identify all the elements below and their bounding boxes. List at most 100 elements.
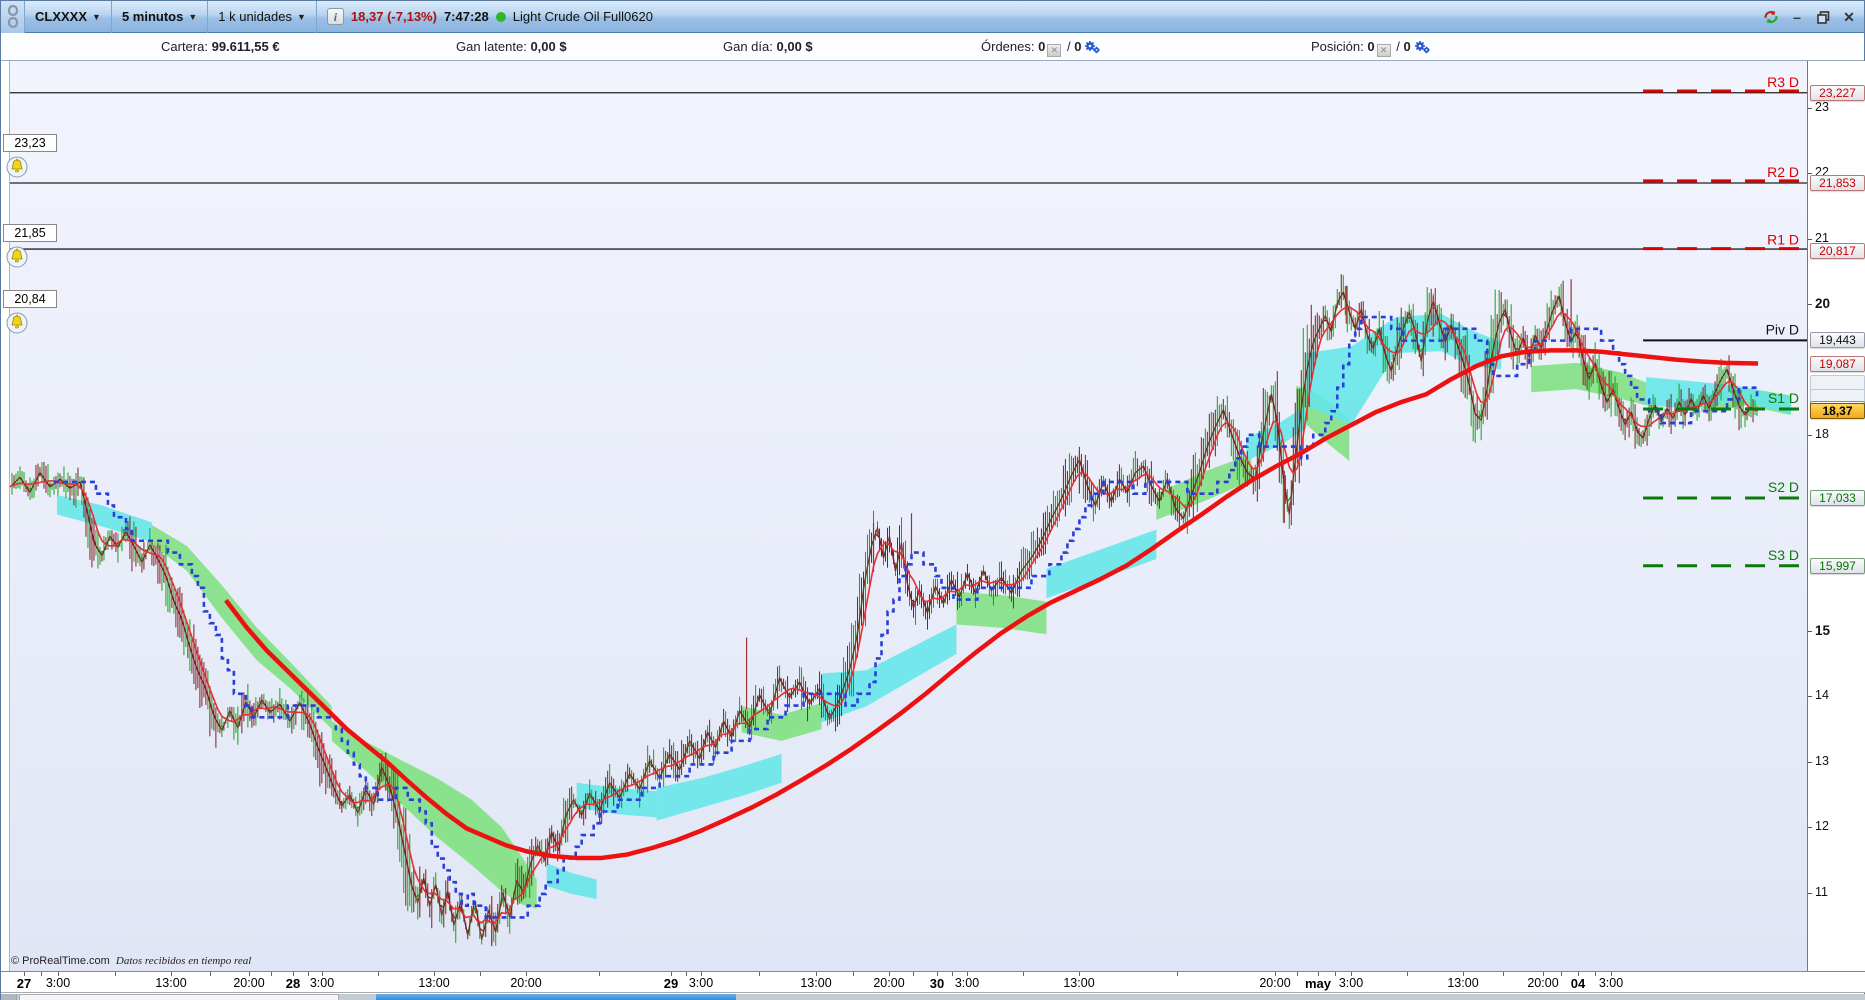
restore-button[interactable] [1814,8,1832,26]
quote-info: i 18,37 (-7,13%) 7:47:28 Light Crude Oil… [317,8,663,25]
pivot-value-box: 15,997 [1810,557,1865,574]
pivot-label: R2 D [1767,164,1799,180]
time-tick-label: 3:00 [1598,976,1624,990]
y-tick-label: 12 [1815,819,1829,834]
alert-bell-icon[interactable] [6,156,28,178]
time-tick-label: 13:00 [1447,976,1479,990]
time-tick-label: 3:00 [309,976,335,990]
price-chart-canvas[interactable]: R3 D R2 D R1 D Piv D S1 D S2 D S3 D [9,61,1807,971]
account-bar: Cartera: 99.611,55 € Gan latente: 0,00 $… [1,34,1864,61]
units-dropdown[interactable]: 1 k unidades ▼ [208,0,317,33]
time-tick-label: 27 [16,976,32,991]
pivot-label: S2 D [1768,479,1799,495]
scrollbar-range-indicator [19,994,339,1000]
pivot-label: Piv D [1766,321,1799,337]
chevron-down-icon: ▼ [92,11,101,22]
pivot-label: S3 D [1768,547,1799,563]
time-tick-label: 04 [1570,976,1586,991]
prorealtime-window: CLXXXX ▼ 5 minutos ▼ 1 k unidades ▼ i 18… [0,0,1865,1000]
timeframe-dropdown[interactable]: 5 minutos ▼ [112,0,209,33]
posicion-field: Posición: 0 ✕ / 0 [1311,39,1431,57]
gan-dia-field: Gan día: 0,00 $ [723,39,813,54]
trailing-stop-line [53,315,1759,919]
time-tick-label: 3:00 [954,976,980,990]
market-open-dot-icon [495,11,506,22]
close-button[interactable]: ✕ [1840,8,1858,26]
chevron-down-icon: ▼ [297,11,306,22]
alert-bell-icon[interactable] [6,312,28,334]
cloud-cyan [56,494,152,543]
time-tick-label: 20:00 [1259,976,1291,990]
time-axis[interactable]: 27 3:00 13:00 20:00 28 3:00 13:00 20:00 29 3:00 13… [1,971,1865,993]
time-tick-label: 20:00 [873,976,905,990]
window-controls: – ✕ [1762,1,1858,33]
y-tick-mark [1808,892,1812,894]
symbol-label: CLXXXX [35,9,88,24]
y-tick-mark [1808,631,1812,632]
cloud-cyan [546,863,597,900]
time-tick-label: 30 [929,976,945,991]
last-price-box: 18,37 [1810,402,1865,419]
y-tick-label: 15 [1815,623,1831,638]
window-titlebar: CLXXXX ▼ 5 minutos ▼ 1 k unidades ▼ i 18… [1,0,1864,33]
y-tick-label: 14 [1815,688,1829,703]
pivot-value-box: 21,853 [1810,174,1865,191]
pivot-label: R3 D [1767,74,1799,90]
copyright-note: © ProRealTime.com Datos recibidos en tie… [11,955,252,967]
scrollbar-thumb[interactable] [376,994,736,1000]
symbol-dropdown[interactable]: CLXXXX ▼ [25,0,112,33]
y-tick-label: 13 [1815,753,1829,768]
y-tick-mark [1808,761,1812,763]
cartera-field: Cartera: 99.611,55 € [161,39,280,54]
link-chain-icon[interactable] [1,0,25,33]
alert-price-label[interactable]: 20,84 [3,290,57,309]
time-tick-label: 3:00 [1338,976,1364,990]
scrollbar-left-cap [1,994,17,1000]
y-tick-label: 18 [1815,426,1829,441]
alert-bell-icon[interactable] [6,246,28,268]
y-tick-mark [1808,434,1812,436]
chart-area: R3 D R2 D R1 D Piv D S1 D S2 D S3 D 23 22 21 20 18… [1,61,1865,971]
time-tick-label: 13:00 [1063,976,1095,990]
info-icon[interactable]: i [326,8,344,25]
ordenes-field: Órdenes: 0 ✕ / 0 [981,39,1101,57]
quote-time: 7:47:28 [443,9,489,24]
gan-latente-field: Gan latente: 0,00 $ [456,39,567,54]
y-tick-mark [1808,107,1812,109]
y-tick-label: 20 [1815,296,1831,311]
instrument-name: Light Crude Oil Full0620 [512,9,653,24]
ma-value-box: 19,087 [1810,355,1865,372]
time-tick-label: 20:00 [510,976,542,990]
time-tick-label: 13:00 [800,976,832,990]
alert-price-label[interactable]: 23,23 [3,133,57,152]
cloud-cyan [1046,529,1157,599]
alert-price-label[interactable]: 21,85 [3,224,57,242]
timeframe-label: 5 minutos [121,9,184,24]
cancel-orders-icon[interactable]: ✕ [1047,44,1062,57]
price-axis[interactable]: 23 22 21 20 18 15 14 13 12 11 23,227 21,853 20,817 19… [1807,61,1865,971]
minimize-button[interactable]: – [1788,8,1806,26]
time-tick-label: 13:00 [418,976,450,990]
time-tick-label: 20:00 [233,976,265,990]
pivot-label: S1 D [1768,390,1799,406]
price-line [10,290,1759,940]
time-tick-label: 3:00 [45,976,71,990]
time-tick-label: 28 [285,976,301,991]
orders-settings-gear-icon[interactable] [1083,40,1101,57]
position-settings-gear-icon[interactable] [1413,40,1431,57]
close-position-icon[interactable]: ✕ [1376,44,1391,57]
pivot-value-box: 19,443 [1810,332,1865,349]
horizontal-scrollbar [1,994,1865,1000]
pivot-value-box: 20,817 [1810,242,1865,259]
refresh-icon[interactable] [1762,8,1780,26]
fast-ma-line [10,305,1758,925]
time-tick-label: may [1304,976,1332,991]
time-tick-label: 3:00 [688,976,714,990]
y-tick-mark [1808,827,1812,829]
time-tick-label: 20:00 [1527,976,1559,990]
y-tick-mark [1808,696,1812,698]
units-label: 1 k unidades [218,9,292,24]
time-tick-label: 13:00 [155,976,187,990]
y-tick-mark [1808,238,1812,240]
last-price: 18,37 (-7,13%) [350,9,437,24]
